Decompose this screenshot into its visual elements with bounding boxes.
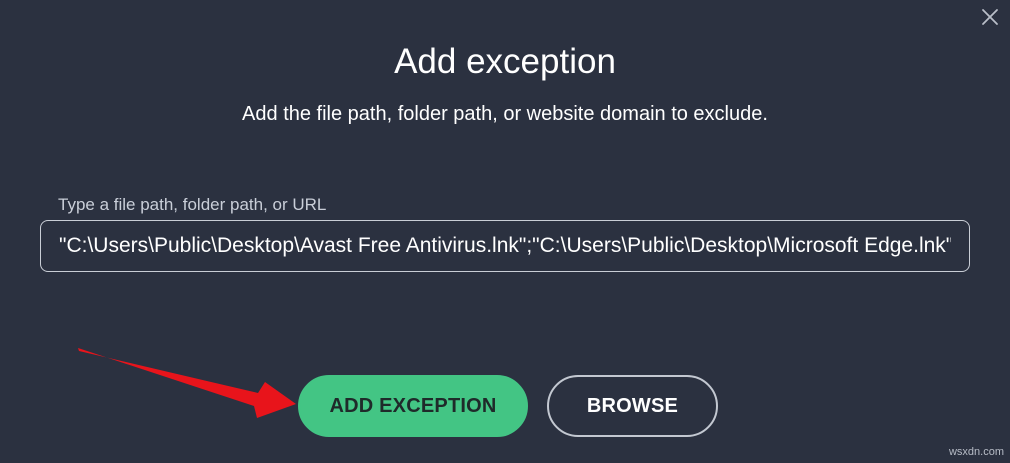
path-input[interactable] <box>40 220 970 272</box>
add-exception-dialog: Add exception Add the file path, folder … <box>0 0 1010 463</box>
add-exception-button[interactable]: ADD EXCEPTION <box>298 375 528 437</box>
watermark: wsxdn.com <box>948 446 1004 458</box>
browse-button[interactable]: BROWSE <box>547 375 718 437</box>
close-icon <box>982 9 998 25</box>
dialog-title: Add exception <box>394 42 616 81</box>
path-field-label: Type a file path, folder path, or URL <box>58 195 327 214</box>
close-button[interactable] <box>978 5 1002 29</box>
dialog-subtitle: Add the file path, folder path, or websi… <box>242 103 768 125</box>
